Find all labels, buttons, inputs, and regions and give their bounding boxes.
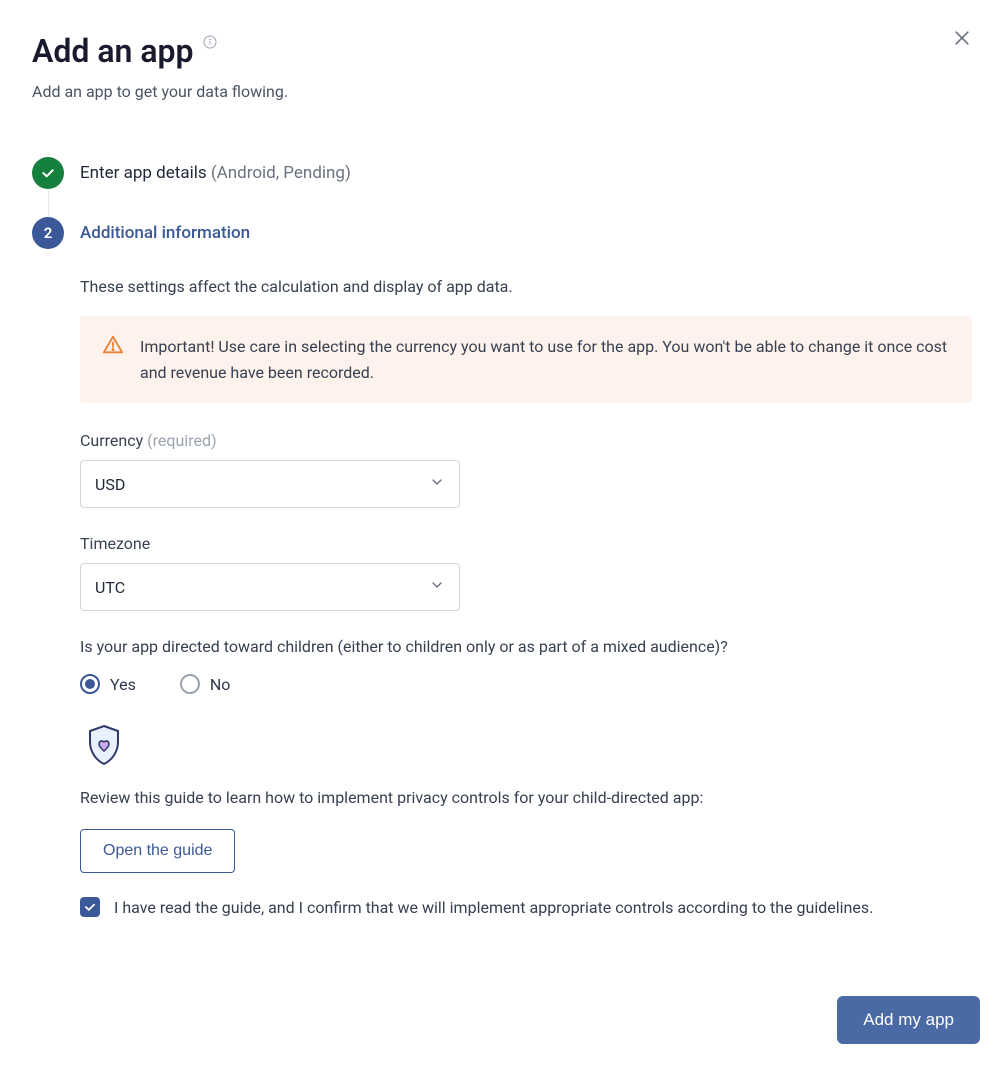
timezone-select[interactable]: UTC	[80, 563, 460, 611]
page-title: Add an app	[32, 32, 218, 70]
page-subtitle: Add an app to get your data flowing.	[32, 82, 972, 101]
radio-no[interactable]: No	[180, 674, 231, 694]
step-2-label: Additional information	[80, 217, 250, 249]
footer: Add my app	[837, 996, 980, 1044]
timezone-field: Timezone UTC	[80, 534, 972, 611]
add-app-button[interactable]: Add my app	[837, 996, 980, 1044]
children-radio-group: Yes No	[80, 674, 972, 694]
step-1-label: Enter app details (Android, Pending)	[80, 157, 351, 189]
currency-select[interactable]: USD	[80, 460, 460, 508]
page-title-text: Add an app	[32, 32, 194, 70]
warning-text: Important! Use care in selecting the cur…	[140, 334, 950, 385]
check-icon	[83, 900, 97, 914]
currency-label: Currency (required)	[80, 431, 972, 450]
step-1-badge	[32, 157, 64, 189]
timezone-label: Timezone	[80, 534, 972, 553]
chevron-down-icon	[429, 577, 445, 597]
currency-value: USD	[95, 475, 125, 494]
stepper: Enter app details (Android, Pending) 2 A…	[32, 157, 972, 921]
warning-alert: Important! Use care in selecting the cur…	[80, 316, 972, 403]
guide-description: Review this guide to learn how to implem…	[80, 788, 972, 807]
chevron-down-icon	[429, 474, 445, 494]
open-guide-button[interactable]: Open the guide	[80, 829, 235, 873]
close-button[interactable]	[952, 28, 976, 52]
step-2-body: These settings affect the calculation an…	[80, 277, 972, 921]
currency-field: Currency (required) USD	[80, 431, 972, 508]
step-2: 2 Additional information	[32, 217, 972, 249]
children-question: Is your app directed toward children (ei…	[80, 637, 972, 656]
check-icon	[40, 165, 56, 181]
step-1: Enter app details (Android, Pending)	[32, 157, 972, 189]
radio-yes-label: Yes	[110, 675, 136, 694]
confirm-label: I have read the guide, and I confirm tha…	[114, 895, 873, 921]
radio-yes-circle	[80, 674, 100, 694]
close-icon	[952, 28, 972, 48]
confirm-checkbox[interactable]	[80, 897, 100, 917]
step-2-badge: 2	[32, 217, 64, 249]
warning-icon	[102, 334, 124, 385]
step-description: These settings affect the calculation an…	[80, 277, 972, 296]
timezone-value: UTC	[95, 578, 125, 597]
radio-yes[interactable]: Yes	[80, 674, 136, 694]
info-icon[interactable]	[202, 34, 218, 50]
radio-no-label: No	[210, 675, 231, 694]
radio-no-circle	[180, 674, 200, 694]
privacy-shield-icon	[80, 722, 972, 774]
step-connector	[48, 189, 49, 217]
confirm-row: I have read the guide, and I confirm tha…	[80, 895, 972, 921]
